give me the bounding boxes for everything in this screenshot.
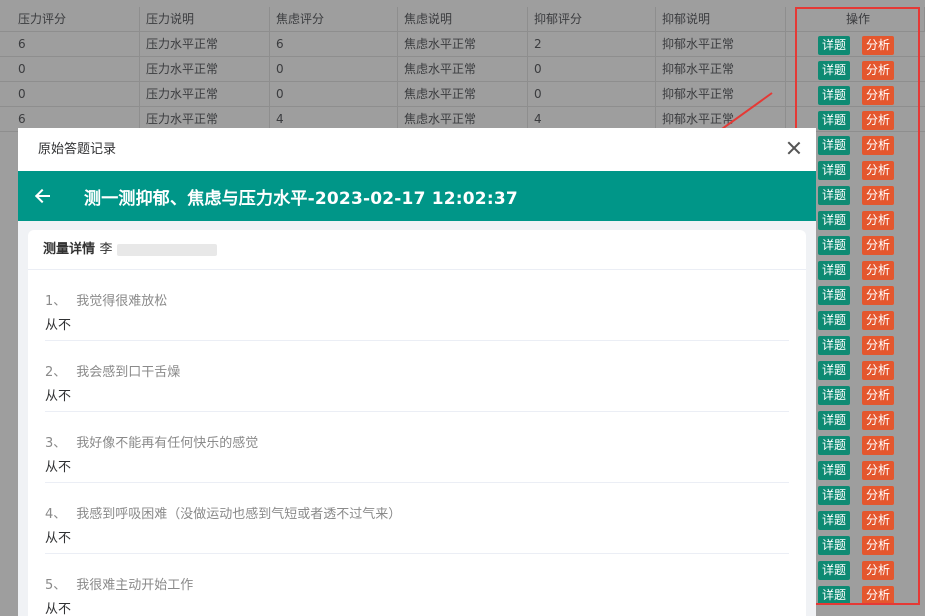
question-label: 我感到呼吸困难（没做运动也感到气短或者透不过气来）	[76, 507, 402, 522]
question-text: 1、 我觉得很难放松	[45, 290, 789, 309]
question-answer: 从不	[45, 460, 72, 475]
dialog-title: 原始答题记录	[38, 142, 117, 157]
question-number: 5、	[45, 578, 67, 593]
card-header-label: 测量详情	[43, 242, 96, 257]
question-answer: 从不	[45, 318, 72, 333]
question-text: 2、 我会感到口干舌燥	[45, 361, 789, 380]
question-label: 我很难主动开始工作	[76, 578, 194, 593]
question-number: 2、	[45, 365, 67, 380]
question-item: 5、 我很难主动开始工作 从不	[45, 554, 789, 616]
user-name: 李	[99, 242, 113, 257]
question-item: 4、 我感到呼吸困难（没做运动也感到气短或者透不过气来） 从不	[45, 483, 789, 554]
question-number: 4、	[45, 507, 67, 522]
app-bar: 测一测抑郁、焦虑与压力水平-2023-02-17 12:02:37	[18, 171, 816, 221]
question-answer: 从不	[45, 602, 72, 616]
redacted-name	[116, 243, 217, 256]
close-icon[interactable]	[786, 140, 802, 156]
app-title: 测一测抑郁、焦虑与压力水平-2023-02-17 12:02:37	[84, 188, 518, 209]
question-label: 我会感到口干舌燥	[76, 365, 181, 380]
question-label: 我好像不能再有任何快乐的感觉	[76, 436, 259, 451]
card-header: 测量详情 李	[28, 230, 806, 270]
answer-record-dialog: 原始答题记录 测一测抑郁、焦虑与压力水平-2023-02-17 12:02:37…	[18, 128, 816, 616]
question-text: 5、 我很难主动开始工作	[45, 574, 789, 593]
question-label: 我觉得很难放松	[76, 294, 168, 309]
question-text: 4、 我感到呼吸困难（没做运动也感到气短或者透不过气来）	[45, 503, 789, 522]
question-answer: 从不	[45, 531, 72, 546]
question-item: 3、 我好像不能再有任何快乐的感觉 从不	[45, 412, 789, 483]
detail-card: 测量详情 李 1、 我觉得很难放松 从不 2、 我会感到口干舌燥 从不 3、 我好像不能再有任…	[28, 230, 806, 616]
question-item: 2、 我会感到口干舌燥 从不	[45, 341, 789, 412]
question-item: 1、 我觉得很难放松 从不	[45, 270, 789, 341]
question-number: 3、	[45, 436, 67, 451]
back-arrow-icon[interactable]	[34, 186, 54, 206]
question-answer: 从不	[45, 389, 72, 404]
question-text: 3、 我好像不能再有任何快乐的感觉	[45, 432, 789, 451]
content-area: 测量详情 李 1、 我觉得很难放松 从不 2、 我会感到口干舌燥 从不 3、 我好像不能再有任…	[18, 221, 816, 616]
question-number: 1、	[45, 294, 67, 309]
